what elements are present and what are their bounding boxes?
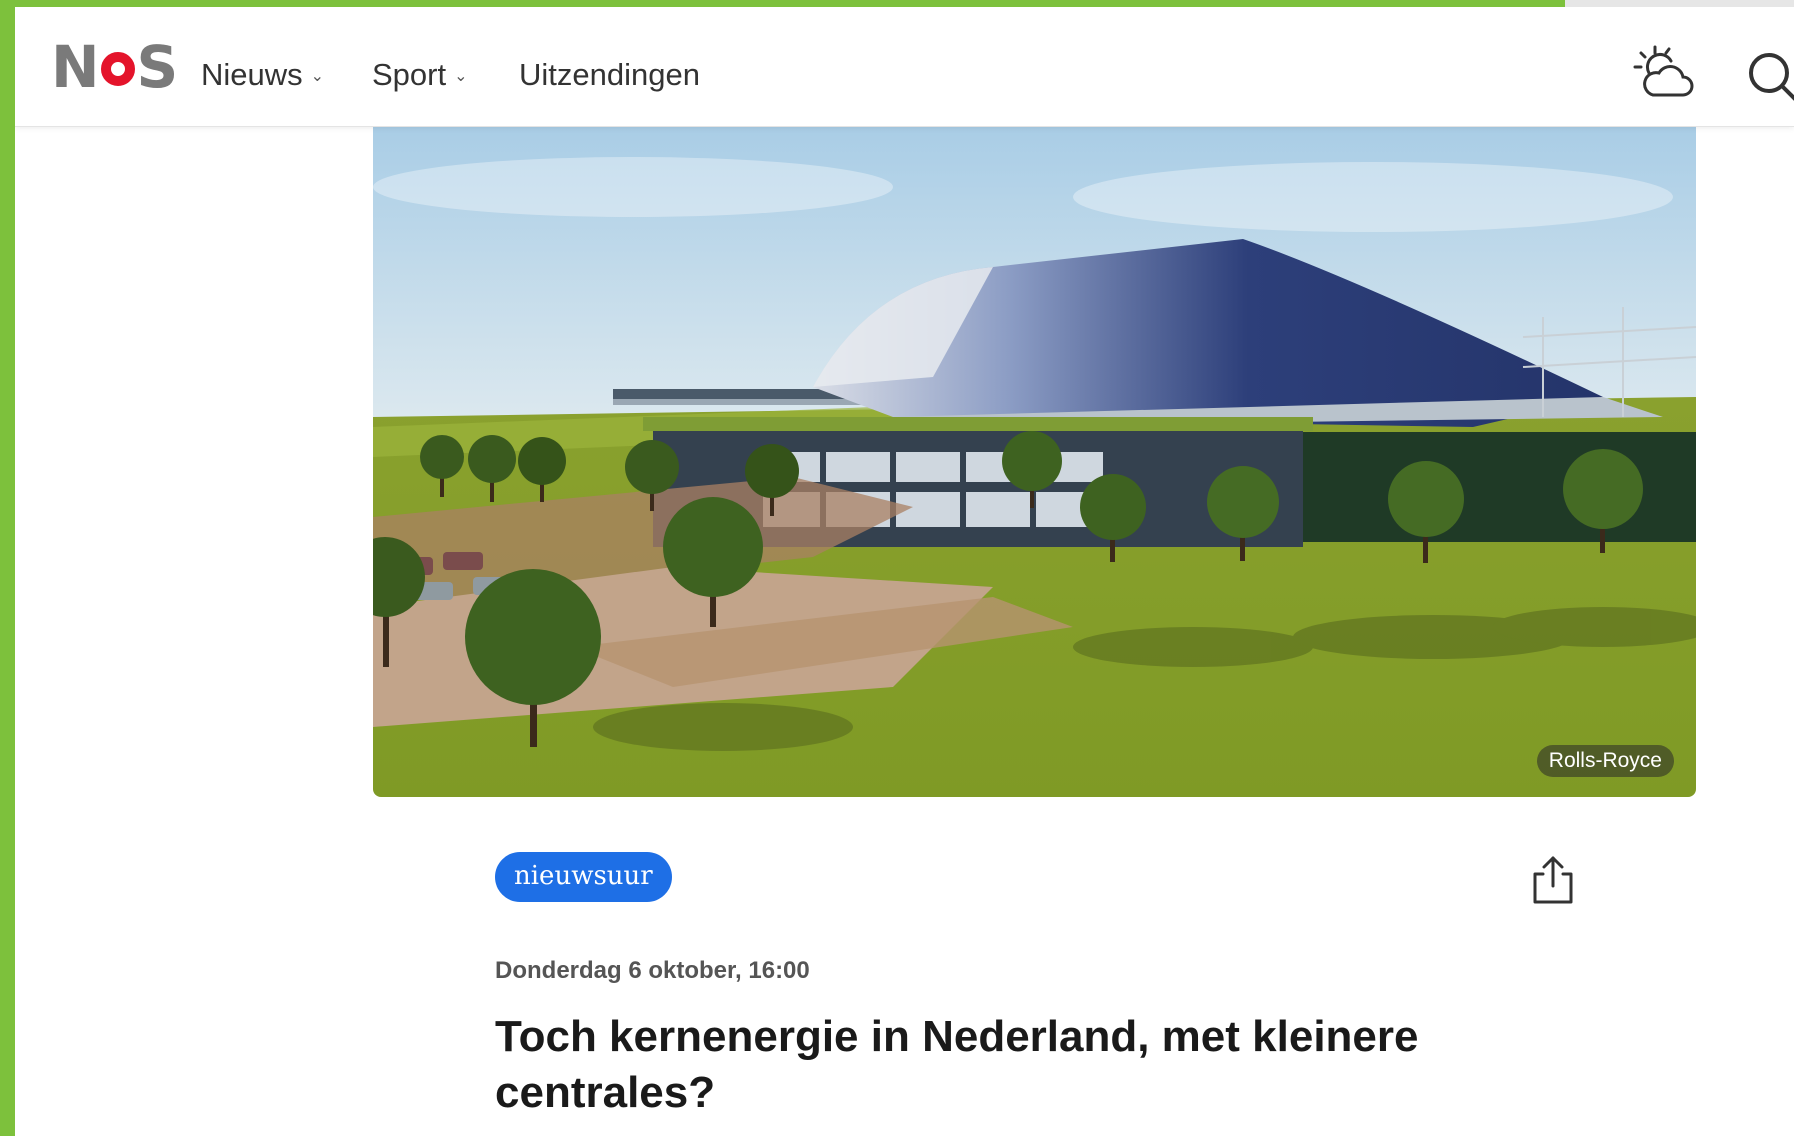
article-date: Donderdag 6 oktober, 16:00 <box>495 957 810 984</box>
hero-image: Rolls-Royce <box>373 127 1696 797</box>
share-icon[interactable] <box>1527 852 1579 908</box>
nos-logo[interactable]: NS <box>51 33 179 101</box>
top-navigation: NS Nieuws ⌄ Sport ⌄ Uitzendingen <box>15 7 1794 127</box>
logo-letter-n: N <box>51 33 100 101</box>
logo-o-ring <box>100 52 135 86</box>
power-plant-illustration <box>373 127 1696 797</box>
chevron-down-icon: ⌄ <box>454 68 468 85</box>
chevron-down-icon: ⌄ <box>310 68 325 85</box>
nav-item-nieuws[interactable]: Nieuws ⌄ <box>201 57 324 93</box>
search-icon[interactable] <box>1743 47 1794 107</box>
nav-item-uitzendingen[interactable]: Uitzendingen <box>519 57 700 93</box>
page: NS Nieuws ⌄ Sport ⌄ Uitzendingen Rolls-R… <box>15 7 1794 1136</box>
weather-icon[interactable] <box>1633 43 1695 101</box>
program-tag[interactable]: nieuwsuur <box>495 852 672 902</box>
nav-item-label: Sport <box>372 57 447 92</box>
browser-progress-track <box>1565 0 1794 7</box>
nav-item-label: Uitzendingen <box>519 57 700 92</box>
logo-letter-s: S <box>136 33 179 101</box>
browser-progress-bar <box>0 0 1565 7</box>
image-credit: Rolls-Royce <box>1536 745 1674 777</box>
article-headline[interactable]: Toch kernenergie in Nederland, met klein… <box>495 1009 1495 1121</box>
nav-item-label: Nieuws <box>201 57 303 92</box>
nav-item-sport[interactable]: Sport ⌄ <box>372 57 468 93</box>
